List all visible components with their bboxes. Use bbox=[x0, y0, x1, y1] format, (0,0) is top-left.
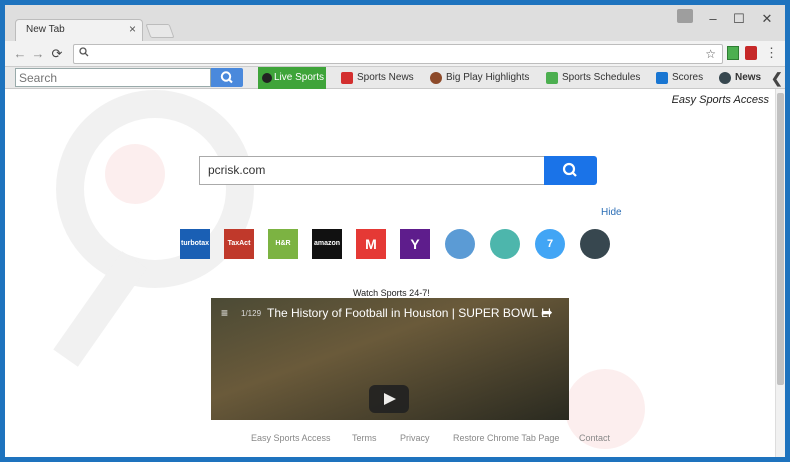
espn-icon bbox=[341, 72, 353, 84]
playlist-icon[interactable]: ≡ bbox=[221, 306, 228, 320]
video-player[interactable]: ≡ 1/129 The History of Football in Houst… bbox=[211, 298, 569, 420]
yahoo-shortcut[interactable]: Y bbox=[400, 229, 430, 259]
stats-shortcut[interactable] bbox=[580, 229, 610, 259]
footer-contact[interactable]: Contact bbox=[579, 433, 610, 443]
close-window-button[interactable]: ✕ bbox=[757, 11, 777, 27]
sports-extension-bar: Live Sports Sports News Big Play Highlig… bbox=[5, 67, 785, 89]
gmail-shortcut[interactable]: M bbox=[356, 229, 386, 259]
share-icon[interactable]: ➦ bbox=[541, 304, 553, 321]
minimize-button[interactable]: – bbox=[703, 11, 723, 26]
watch-sports-heading: Watch Sports 24-7! bbox=[353, 288, 430, 298]
play-button[interactable] bbox=[369, 385, 409, 413]
extension-icon-red[interactable] bbox=[745, 46, 757, 60]
news-link[interactable]: News bbox=[719, 67, 761, 89]
extension-search-input[interactable] bbox=[15, 68, 211, 87]
footer-privacy[interactable]: Privacy bbox=[400, 433, 430, 443]
scores-link[interactable]: Scores bbox=[656, 67, 703, 89]
turbotax-shortcut[interactable]: turbotax bbox=[180, 229, 210, 259]
back-button[interactable]: ← bbox=[13, 46, 27, 61]
browser-toolbar: ← → ⟳ ☆ ⋮ bbox=[5, 41, 785, 67]
footer-terms[interactable]: Terms bbox=[352, 433, 377, 443]
bookmark-star-icon[interactable]: ☆ bbox=[705, 47, 716, 61]
search-icon bbox=[562, 162, 577, 177]
brand-title: Easy Sports Access bbox=[671, 94, 769, 106]
live-sports-button[interactable]: Live Sports bbox=[258, 67, 326, 89]
forward-button[interactable]: → bbox=[31, 46, 45, 61]
tab-close-icon[interactable]: × bbox=[129, 22, 136, 36]
extension-icon-green[interactable] bbox=[727, 46, 739, 60]
reload-button[interactable]: ⟳ bbox=[50, 46, 64, 62]
sports-schedules-link[interactable]: Sports Schedules bbox=[546, 67, 640, 89]
big-play-highlights-link[interactable]: Big Play Highlights bbox=[430, 67, 529, 89]
main-search-button[interactable] bbox=[544, 156, 597, 185]
live-sports-label: Live Sports bbox=[274, 72, 325, 83]
title-bar: New Tab × – ☐ ✕ bbox=[5, 5, 785, 41]
sports-news-link[interactable]: Sports News bbox=[341, 67, 414, 89]
pulse-shortcut[interactable] bbox=[490, 229, 520, 259]
browser-shortcut[interactable] bbox=[445, 229, 475, 259]
vertical-scrollbar[interactable] bbox=[775, 89, 785, 457]
calendar-shortcut[interactable]: 7 bbox=[535, 229, 565, 259]
news-icon bbox=[719, 72, 731, 84]
hide-link[interactable]: Hide bbox=[601, 207, 622, 218]
scroll-thumb[interactable] bbox=[777, 93, 784, 385]
maximize-button[interactable]: ☐ bbox=[729, 11, 749, 27]
video-title[interactable]: The History of Football in Houston | SUP… bbox=[267, 306, 551, 320]
footer-easy-sports-access[interactable]: Easy Sports Access bbox=[251, 433, 331, 443]
browser-window: New Tab × – ☐ ✕ ← → ⟳ ☆ ⋮ Live Sports bbox=[0, 0, 790, 462]
tab-title: New Tab bbox=[26, 24, 65, 35]
taxact-shortcut[interactable]: TaxAct bbox=[224, 229, 254, 259]
search-icon bbox=[220, 71, 233, 84]
page-content: Easy Sports Access pcrisk.com Hide turbo… bbox=[5, 89, 775, 457]
playlist-count: 1/129 bbox=[241, 309, 262, 318]
calendar-icon bbox=[546, 72, 558, 84]
footer-restore-chrome-tab-page[interactable]: Restore Chrome Tab Page bbox=[453, 433, 559, 443]
footer: Easy Sports Access Terms Privacy Restore… bbox=[5, 433, 775, 447]
omnibox-search-icon bbox=[79, 47, 89, 60]
extension-search-button[interactable] bbox=[211, 68, 243, 87]
address-bar[interactable]: ☆ bbox=[73, 44, 723, 64]
hrblock-shortcut[interactable]: H&R BLOCK bbox=[268, 229, 298, 277]
chart-icon bbox=[656, 72, 668, 84]
live-dot-icon bbox=[262, 73, 272, 83]
chevron-left-icon[interactable]: ❮ bbox=[771, 70, 783, 87]
amazon-shortcut[interactable]: amazon bbox=[312, 229, 342, 259]
football-icon bbox=[430, 72, 442, 84]
chrome-menu-icon[interactable]: ⋮ bbox=[765, 45, 778, 61]
main-search-input[interactable]: pcrisk.com bbox=[199, 156, 545, 185]
new-tab-button[interactable] bbox=[145, 24, 175, 38]
tab-new-tab[interactable]: New Tab × bbox=[15, 19, 143, 41]
profile-icon[interactable] bbox=[677, 9, 693, 23]
